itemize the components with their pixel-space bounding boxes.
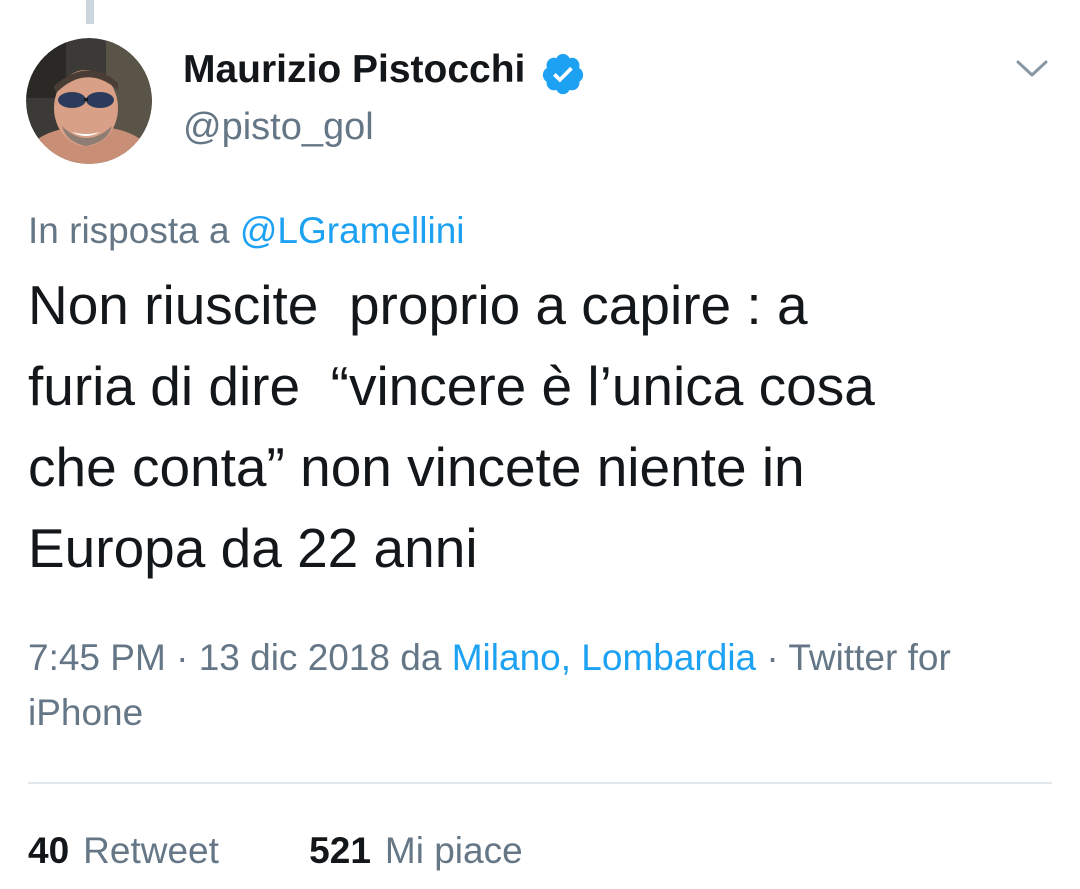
thread-connector-line (86, 0, 94, 24)
reply-prefix: In risposta a (28, 210, 230, 251)
likes-stat[interactable]: 521 Mi piace (309, 830, 523, 872)
tweet-time[interactable]: 7:45 PM (28, 637, 166, 678)
author-handle[interactable]: @pisto_gol (183, 106, 374, 149)
retweets-stat[interactable]: 40 Retweet (28, 830, 219, 872)
chevron-down-icon[interactable] (1008, 48, 1056, 88)
retweets-count: 40 (28, 830, 70, 871)
author-name[interactable]: Maurizio Pistocchi (183, 48, 525, 92)
reply-context: In risposta a @LGramellini (28, 210, 465, 252)
tweet-stats: 40 Retweet 521 Mi piace (28, 830, 523, 872)
tweet-date[interactable]: 13 dic 2018 (199, 637, 390, 678)
tweet-detail: Maurizio Pistocchi @pisto_gol In rispost… (0, 0, 1080, 889)
avatar[interactable] (26, 38, 152, 164)
divider (28, 782, 1052, 784)
reply-mention-link[interactable]: @LGramellini (240, 210, 465, 251)
tweet-text: Non riuscite proprio a capire : a furia … (28, 274, 875, 579)
location-link[interactable]: Milano, Lombardia (452, 637, 756, 678)
location-prefix: da (400, 637, 442, 678)
avatar-photo-icon (26, 38, 152, 164)
likes-label: Mi piace (384, 830, 523, 871)
retweets-label: Retweet (83, 830, 219, 871)
tweet-metadata: 7:45 PM · 13 dic 2018 da Milano, Lombard… (28, 637, 951, 733)
verified-badge-icon (542, 53, 584, 95)
likes-count: 521 (309, 830, 371, 871)
